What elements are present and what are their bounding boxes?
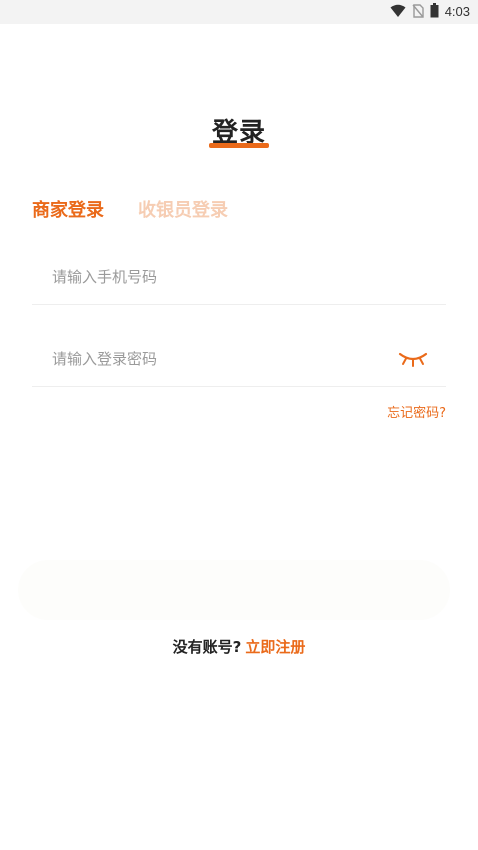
register-row: 没有账号? 立即注册: [0, 636, 478, 657]
tab-merchant-login[interactable]: 商家登录: [32, 196, 104, 222]
forgot-password-link[interactable]: 忘记密码?: [387, 402, 446, 421]
eye-closed-icon[interactable]: [398, 349, 428, 369]
register-prompt: 没有账号?: [172, 638, 242, 656]
wifi-icon: [390, 3, 406, 22]
password-input[interactable]: [52, 331, 392, 387]
title-underline: [209, 143, 269, 148]
login-button[interactable]: [18, 560, 450, 620]
password-field: [32, 331, 446, 387]
phone-input[interactable]: [52, 249, 392, 305]
status-icons: 4:03: [390, 2, 470, 22]
status-bar: 4:03: [0, 0, 478, 24]
phone-field: [32, 249, 446, 305]
status-time: 4:03: [444, 4, 470, 19]
battery-icon: [430, 2, 439, 22]
no-sim-icon: [412, 3, 424, 22]
tab-cashier-login[interactable]: 收银员登录: [138, 196, 228, 222]
password-field-divider: [32, 386, 446, 387]
register-link[interactable]: 立即注册: [245, 638, 305, 656]
phone-field-divider: [32, 304, 446, 305]
